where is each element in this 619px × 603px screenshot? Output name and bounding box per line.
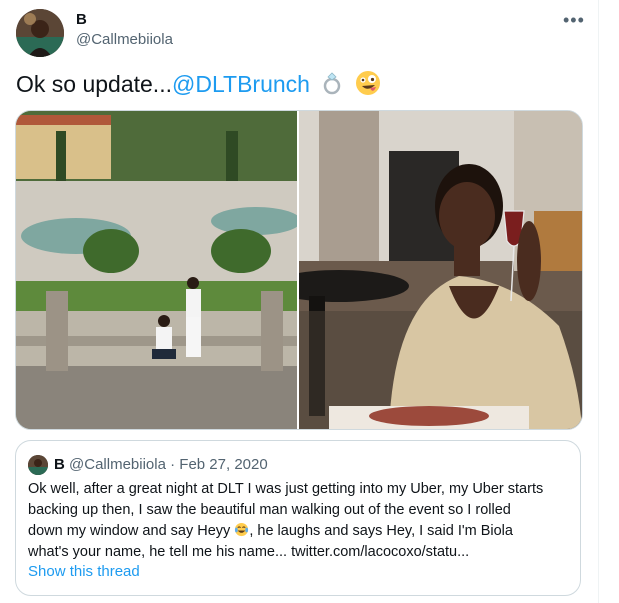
quote-line: Ok well, after a great night at DLT I wa… [28, 481, 544, 497]
garden-proposal-photo[interactable] [16, 111, 297, 429]
tears-of-joy-emoji [234, 522, 249, 539]
quote-author-name[interactable]: B [54, 456, 65, 473]
quote-line: what's your name, he tell me his name...… [28, 544, 470, 560]
quote-separator: · [170, 456, 176, 473]
ring-emoji [320, 71, 344, 101]
quote-header: B @Callmebiiola · Feb 27, 2020 [54, 456, 268, 473]
author-handle[interactable]: @Callmebiiola [76, 31, 173, 48]
author-name[interactable]: B [76, 11, 87, 28]
tweet-text: Ok so update...@DLTBrunch [16, 70, 381, 102]
quote-avatar-image [28, 455, 48, 475]
quote-line: down my window and say Heyy , he laughs … [28, 521, 573, 542]
tweet-body: Ok so update... [16, 71, 172, 98]
mention-link[interactable]: @DLTBrunch [172, 71, 310, 97]
quoted-tweet[interactable]: B @Callmebiiola · Feb 27, 2020 Ok well, … [15, 440, 581, 596]
timeline-border [598, 0, 599, 603]
quote-author-handle[interactable]: @Callmebiiola [69, 456, 166, 473]
avatar-image [16, 9, 64, 57]
quote-line-segment: , he laughs and says Hey, I said I'm Bio… [249, 523, 513, 539]
woman-with-wine-glass-photo[interactable] [299, 111, 582, 429]
media-grid [15, 110, 583, 430]
show-thread-link[interactable]: Show this thread [28, 563, 140, 580]
quote-line-segment: down my window and say Heyy [28, 523, 231, 539]
zany-face-emoji [355, 70, 381, 102]
avatar[interactable] [16, 9, 64, 57]
quote-line: backing up then, I saw the beautiful man… [28, 502, 511, 518]
more-options-icon[interactable]: ••• [563, 10, 585, 31]
quote-body: Ok well, after a great night at DLT I wa… [28, 479, 573, 563]
quote-avatar[interactable] [28, 455, 48, 475]
quote-date[interactable]: Feb 27, 2020 [179, 456, 267, 473]
